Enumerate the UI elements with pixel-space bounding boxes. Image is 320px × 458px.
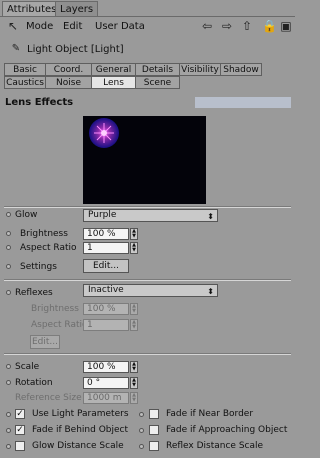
glow-edit-button[interactable]: Edit... [83,259,129,273]
settings-anim-dot[interactable] [6,264,11,269]
section-header-bar [195,97,291,108]
reflex-aspect-label: Aspect Ratio [31,320,88,330]
reference-size-spinner: ▲ ▼ [130,392,138,404]
fade-near-border-checkbox[interactable] [149,409,159,419]
lens-preview [83,116,206,204]
aspect-ratio-label: Aspect Ratio [20,243,77,253]
object-title: Light Object [Light] [27,44,124,55]
glow-brightness-spinner[interactable]: ▲ ▼ [130,228,138,240]
glow-aspect-spinner[interactable]: ▲ ▼ [130,242,138,254]
tab-divider [0,16,295,17]
fade-border-anim-dot[interactable] [139,412,144,417]
glow-distance-scale-label: Glow Distance Scale [32,441,124,451]
reflexes-value: Inactive [88,285,124,295]
fade-behind-object-label: Fade if Behind Object [32,425,129,435]
tab-details[interactable]: Details [135,63,180,76]
separator [4,206,291,208]
tab-layers[interactable]: Layers [55,1,99,17]
menu-mode[interactable]: Mode [26,21,53,32]
separator [4,353,291,355]
glow-anim-dot[interactable] [6,212,11,217]
aspect-anim-dot[interactable] [6,245,11,250]
light-object-icon: ✎ [11,43,21,54]
tab-caustics[interactable]: Caustics [4,76,46,89]
reflexes-anim-dot[interactable] [6,290,11,295]
tab-coord[interactable]: Coord. [45,63,92,76]
forward-arrow-icon[interactable]: ⇨ [220,19,234,33]
reflex-distance-anim-dot[interactable] [139,444,144,449]
glow-distance-scale-checkbox[interactable] [15,441,25,451]
settings-label: Settings [20,262,57,272]
glow-brightness-field[interactable]: 100 % [83,228,129,240]
tab-attributes[interactable]: Attributes [2,1,62,17]
tab-visibility[interactable]: Visibility [179,63,221,76]
tab-lens[interactable]: Lens [91,76,136,89]
glow-aspect-field[interactable]: 1 [83,242,129,254]
lock-icon[interactable]: 🔒 [262,19,277,33]
reflex-edit-button: Edit... [30,335,60,349]
tab-scene[interactable]: Scene [135,76,180,89]
glow-label: Glow [15,210,38,220]
rotation-field[interactable]: 0 ° [83,377,129,389]
reference-size-label: Reference Size [15,393,82,403]
scale-spinner[interactable]: ▲ ▼ [130,361,138,373]
glow-distance-anim-dot[interactable] [6,444,11,449]
use-light-parameters-label: Use Light Parameters [32,409,129,419]
scale-anim-dot[interactable] [6,364,11,369]
fade-approaching-object-checkbox[interactable] [149,425,159,435]
up-arrow-icon[interactable]: ⇧ [240,19,254,33]
tab-basic[interactable]: Basic [4,63,46,76]
menu-user-data[interactable]: User Data [95,21,145,32]
glow-preview-graphic [89,118,119,148]
mode-arrow-icon[interactable]: ↖ [6,19,20,33]
fade-approaching-object-label: Fade if Approaching Object [166,425,288,435]
tab-noise[interactable]: Noise [45,76,92,89]
reflex-aspect-field: 1 [83,319,129,331]
rotation-label: Rotation [15,378,53,388]
reflex-aspect-spinner: ▲ ▼ [130,319,138,331]
glow-dropdown[interactable]: Purple ⬍ [83,209,218,222]
glow-value: Purple [88,210,117,220]
reflex-brightness-field: 100 % [83,303,129,315]
dropdown-arrow-icon: ⬍ [207,212,214,221]
fade-behind-anim-dot[interactable] [6,428,11,433]
rotation-spinner[interactable]: ▲ ▼ [130,377,138,389]
brightness-anim-dot[interactable] [6,231,11,236]
rotation-anim-dot[interactable] [6,380,11,385]
scale-field[interactable]: 100 % [83,361,129,373]
use-light-anim-dot[interactable] [6,412,11,417]
fade-approaching-anim-dot[interactable] [139,428,144,433]
fade-behind-object-checkbox[interactable]: ✓ [15,425,25,435]
reference-size-field: 1000 m [83,392,129,404]
brightness-label: Brightness [20,229,68,239]
reflexes-label: Reflexes [15,288,53,298]
use-light-parameters-checkbox[interactable]: ✓ [15,409,25,419]
reflex-distance-scale-label: Reflex Distance Scale [166,441,264,451]
section-title: Lens Effects [5,97,74,108]
reflex-distance-scale-checkbox[interactable] [149,441,159,451]
tab-general[interactable]: General [91,63,136,76]
scale-label: Scale [15,362,40,372]
reflex-brightness-label: Brightness [31,304,79,314]
reflexes-dropdown[interactable]: Inactive ⬍ [83,284,218,297]
reflex-brightness-spinner: ▲ ▼ [130,303,138,315]
back-arrow-icon[interactable]: ⇦ [200,19,214,33]
dropdown-arrow-icon: ⬍ [207,287,214,296]
new-window-icon[interactable]: ▣ [279,19,293,33]
menu-edit[interactable]: Edit [63,21,82,32]
fade-near-border-label: Fade if Near Border [166,409,254,419]
separator [4,279,291,281]
tab-shadow[interactable]: Shadow [220,63,262,76]
